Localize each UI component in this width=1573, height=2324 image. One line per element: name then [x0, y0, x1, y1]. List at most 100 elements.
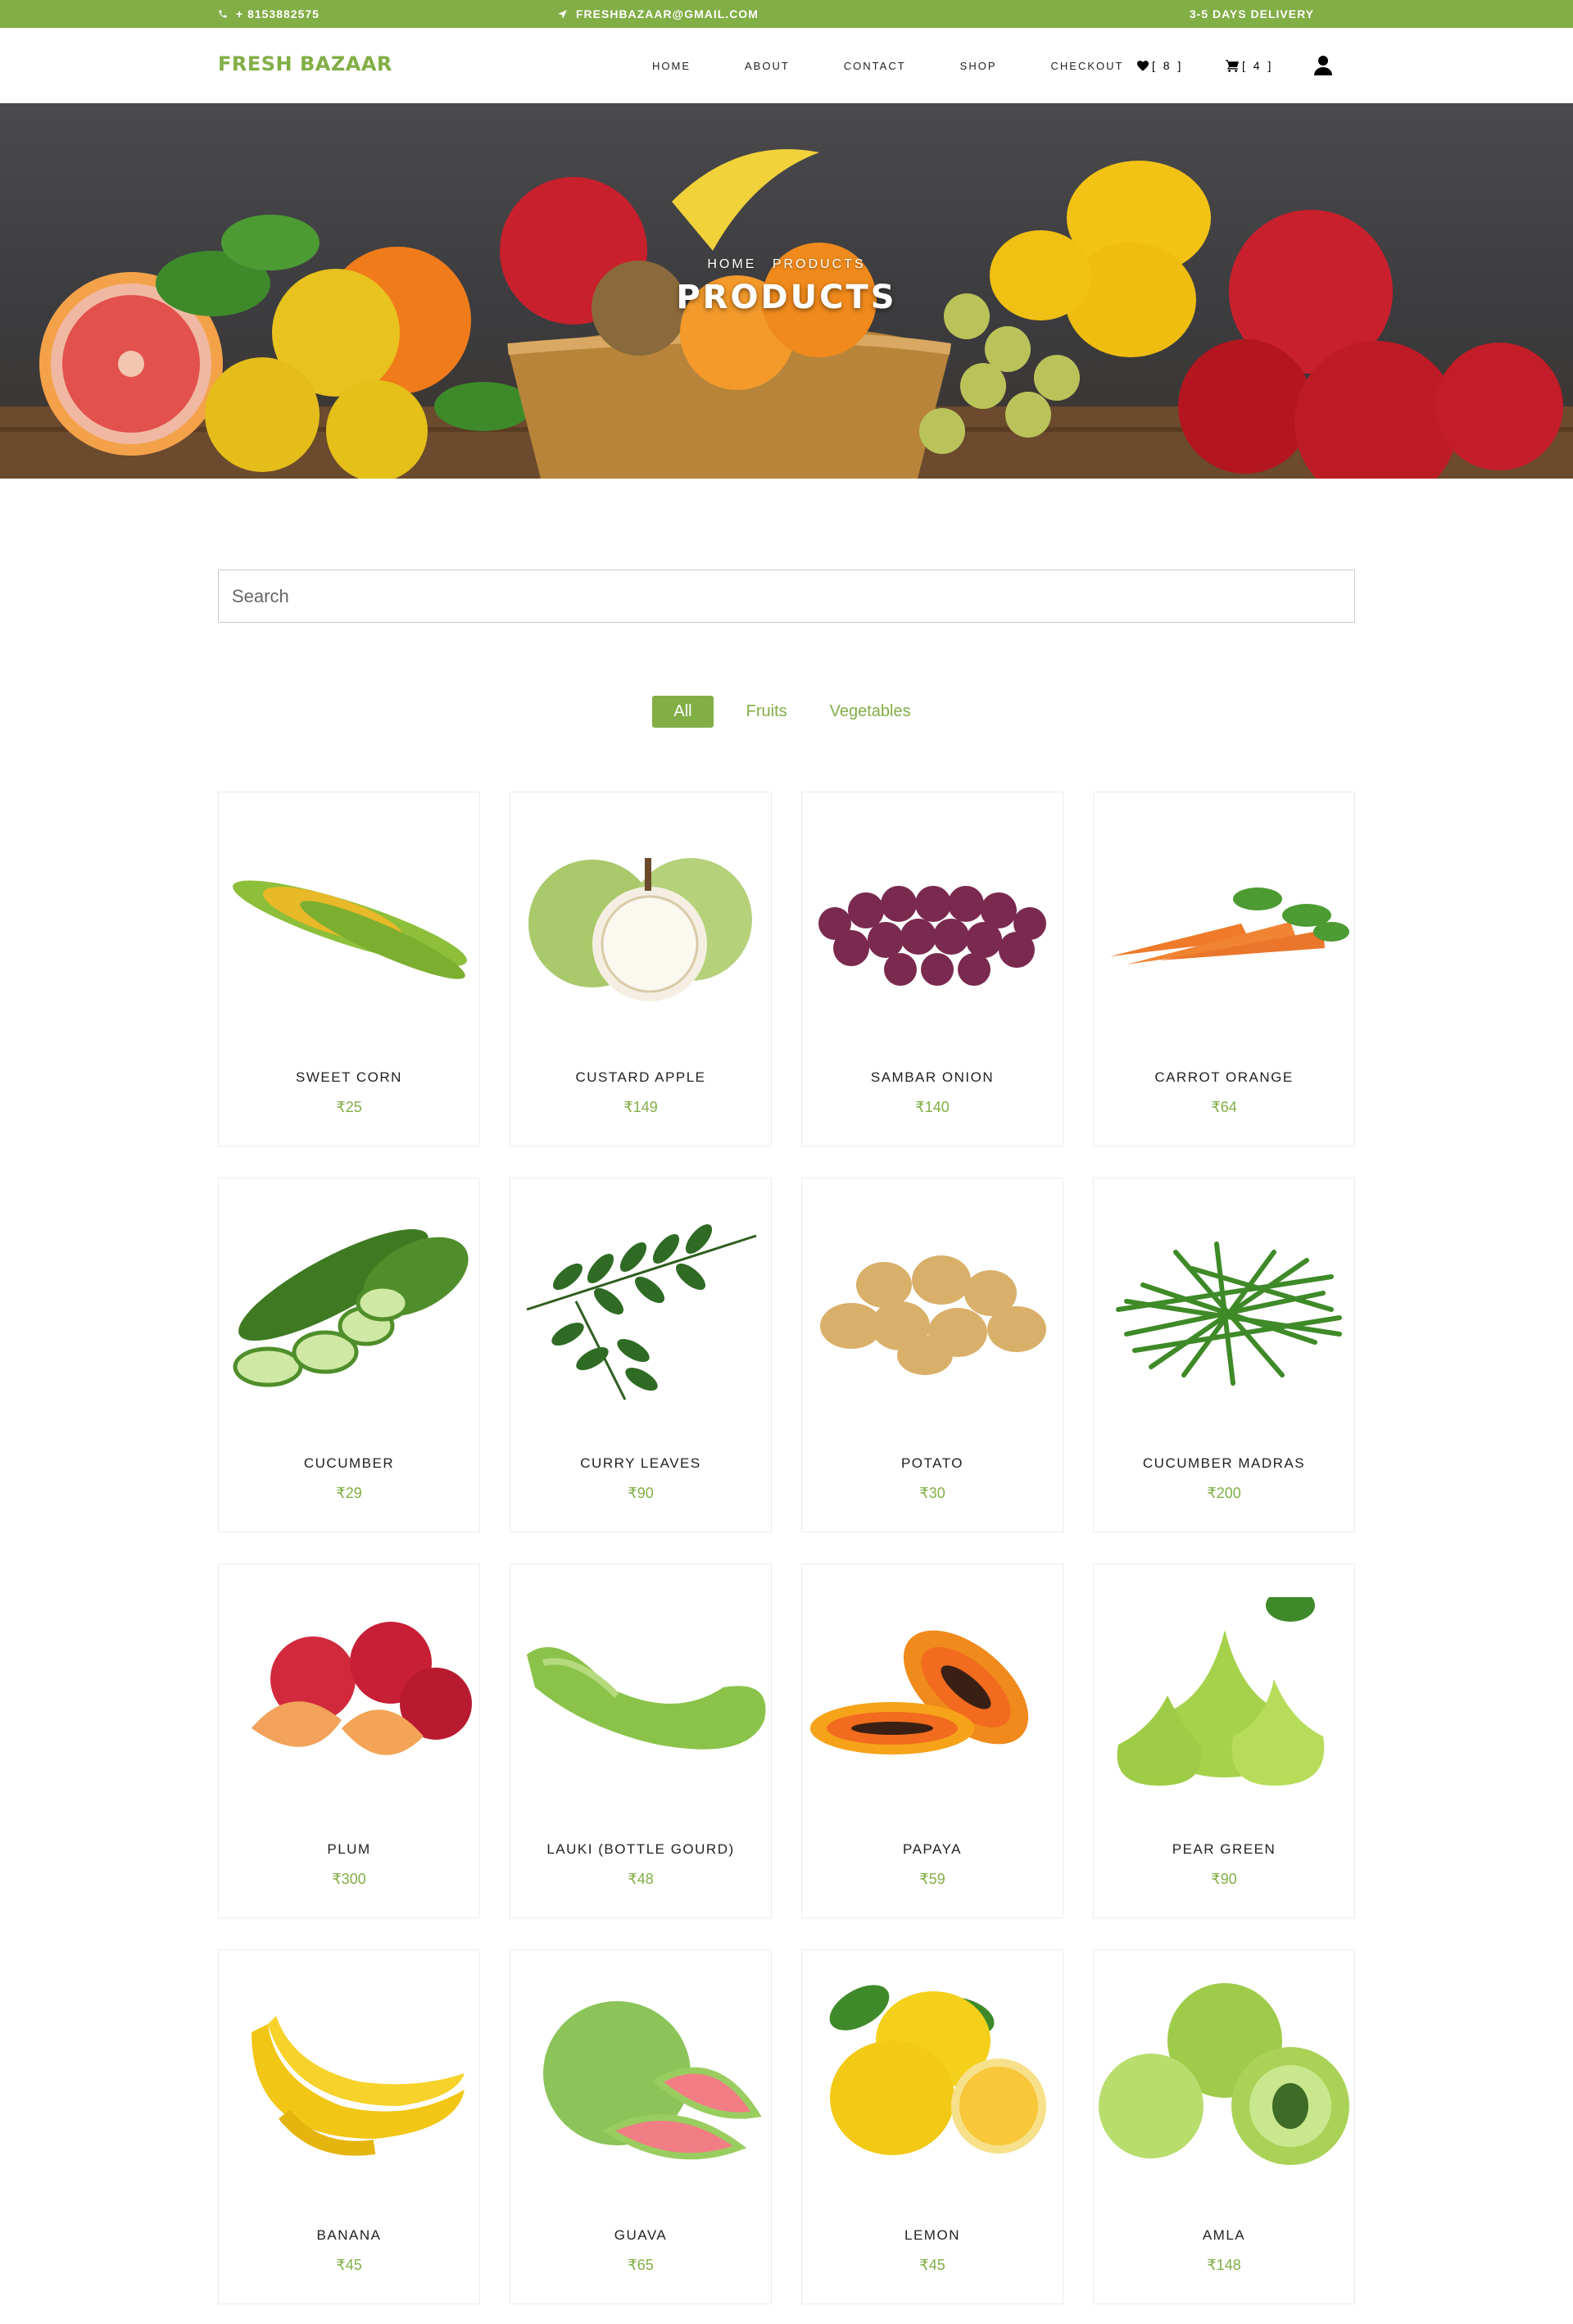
sambar-onion-image — [818, 886, 1046, 986]
custard-apple-image — [528, 858, 752, 1001]
product-card[interactable]: GUAVA ₹65 — [510, 1950, 772, 2304]
nav-checkout[interactable]: CHECKOUT — [1051, 60, 1124, 72]
page-title: PRODUCTS — [676, 279, 897, 316]
product-price: ₹90 — [1211, 1871, 1237, 1887]
product-name: LAUKI (BOTTLE GOURD) — [546, 1841, 735, 1857]
product-name: PAPAYA — [903, 1841, 962, 1857]
product-name: SWEET CORN — [296, 1069, 402, 1085]
guava-image — [543, 2001, 762, 2160]
nav-home[interactable]: HOME — [652, 60, 691, 72]
email-contact[interactable]: FRESHBAZAAR@GMAIL.COM — [557, 0, 759, 28]
product-price: ₹149 — [623, 1099, 658, 1115]
delivery-info: 3-5 DAYS DELIVERY — [1190, 0, 1314, 28]
product-price: ₹200 — [1207, 1485, 1241, 1501]
search-input[interactable] — [218, 570, 1355, 623]
phone-contact[interactable]: + 8153882575 — [218, 0, 320, 28]
green-pear-image — [1117, 1597, 1325, 1786]
product-card[interactable]: PEAR GREEN ₹90 — [1093, 1564, 1355, 1918]
top-bar: + 8153882575 FRESHBAZAAR@GMAIL.COM 3-5 D… — [0, 0, 1573, 28]
nav-about[interactable]: ABOUT — [745, 60, 790, 72]
paper-plane-icon — [558, 9, 567, 19]
plum-image — [252, 1622, 472, 1755]
product-card[interactable]: PAPAYA ₹59 — [801, 1564, 1063, 1918]
nav-contact[interactable]: CONTACT — [844, 60, 906, 72]
product-price: ₹59 — [919, 1871, 945, 1887]
product-price: ₹140 — [915, 1099, 950, 1115]
product-name: SAMBAR ONION — [870, 1069, 995, 1085]
brand-logo[interactable]: FRESH BAZAAR — [218, 52, 392, 75]
product-price: ₹30 — [919, 1485, 945, 1501]
main-navbar: FRESH BAZAAR HOME ABOUT CONTACT SHOP CHE… — [0, 28, 1573, 103]
cart-button[interactable]: [ 4 ] — [1226, 28, 1273, 103]
lemon-image — [829, 1985, 1046, 2155]
product-name: CARROT ORANGE — [1154, 1069, 1294, 1085]
product-price: ₹45 — [336, 2257, 362, 2273]
filter-all[interactable]: All — [652, 696, 714, 728]
product-card[interactable]: CURRY LEAVES ₹90 — [510, 1178, 772, 1532]
product-price: ₹300 — [332, 1871, 366, 1887]
breadcrumb-current: PRODUCTS — [772, 257, 866, 271]
product-card[interactable]: PLUM ₹300 — [218, 1564, 480, 1918]
phone-text: + 8153882575 — [236, 7, 320, 20]
cart-icon — [1226, 59, 1239, 72]
filter-vegetables[interactable]: Vegetables — [820, 696, 921, 728]
product-price: ₹25 — [336, 1099, 362, 1115]
nav-links: HOME ABOUT CONTACT SHOP CHECKOUT — [652, 28, 1123, 103]
product-card[interactable]: CUCUMBER MADRAS ₹200 — [1093, 1178, 1355, 1532]
cart-count: [ 4 ] — [1242, 59, 1274, 72]
product-name: CUSTARD APPLE — [575, 1069, 706, 1085]
cucumber-image — [233, 1228, 469, 1387]
product-name: AMLA — [1202, 2227, 1246, 2243]
product-price: ₹45 — [919, 2257, 945, 2273]
wishlist-count: [ 8 ] — [1152, 59, 1184, 72]
product-card[interactable]: SAMBAR ONION ₹140 — [801, 792, 1063, 1146]
bottle-gourd-image — [527, 1647, 766, 1750]
account-button[interactable] — [1314, 28, 1332, 103]
hero-banner: HOME PRODUCTS PRODUCTS — [0, 103, 1573, 479]
carrot-image — [1110, 887, 1349, 965]
product-card[interactable]: LEMON ₹45 — [801, 1950, 1063, 2304]
product-card[interactable]: POTATO ₹30 — [801, 1178, 1063, 1532]
potato-image — [820, 1255, 1046, 1375]
green-beans-image — [1116, 1241, 1342, 1386]
email-text: FRESHBAZAAR@GMAIL.COM — [576, 7, 759, 20]
product-price: ₹148 — [1207, 2257, 1241, 2273]
wishlist-button[interactable]: [ 8 ] — [1137, 28, 1183, 103]
phone-icon — [219, 10, 227, 18]
product-card[interactable]: BANANA ₹45 — [218, 1950, 480, 2304]
product-card[interactable]: SWEET CORN ₹25 — [218, 792, 480, 1146]
category-filters: All Fruits Vegetables — [0, 696, 1573, 728]
product-name: BANANA — [316, 2227, 382, 2243]
product-price: ₹48 — [628, 1871, 654, 1887]
product-card[interactable]: CUSTARD APPLE ₹149 — [510, 792, 772, 1146]
papaya-image — [810, 1630, 1029, 1754]
product-name: CUCUMBER — [303, 1455, 395, 1471]
banana-image — [252, 2016, 465, 2156]
product-name: CURRY LEAVES — [580, 1455, 701, 1471]
product-price: ₹65 — [628, 2257, 654, 2273]
product-name: GUAVA — [614, 2227, 668, 2243]
delivery-text: 3-5 DAYS DELIVERY — [1189, 7, 1314, 20]
curry-leaves-image — [526, 1223, 757, 1400]
heart-icon — [1137, 60, 1149, 71]
product-name: CUCUMBER MADRAS — [1142, 1455, 1306, 1471]
nav-shop[interactable]: SHOP — [960, 60, 997, 72]
product-grid: SWEET CORN ₹25 CUSTARD APPLE ₹149 SAMBAR… — [218, 792, 1355, 2304]
filter-fruits[interactable]: Fruits — [737, 696, 797, 728]
product-card[interactable]: AMLA ₹148 — [1093, 1950, 1355, 2304]
product-card[interactable]: CARROT ORANGE ₹64 — [1093, 792, 1355, 1146]
sweet-corn-image — [233, 880, 467, 979]
breadcrumb: HOME PRODUCTS — [0, 257, 1573, 272]
breadcrumb-home[interactable]: HOME — [707, 257, 756, 271]
product-name: LEMON — [904, 2227, 960, 2243]
product-card[interactable]: LAUKI (BOTTLE GOURD) ₹48 — [510, 1564, 772, 1918]
product-card[interactable]: CUCUMBER ₹29 — [218, 1178, 480, 1532]
breadcrumb-separator — [761, 257, 767, 271]
product-price: ₹29 — [336, 1485, 362, 1501]
product-name: PLUM — [327, 1841, 371, 1857]
product-name: PEAR GREEN — [1172, 1841, 1276, 1857]
product-price: ₹64 — [1211, 1099, 1237, 1115]
user-icon — [1314, 56, 1332, 75]
product-price: ₹90 — [628, 1485, 654, 1501]
amla-image — [1099, 1983, 1349, 2165]
